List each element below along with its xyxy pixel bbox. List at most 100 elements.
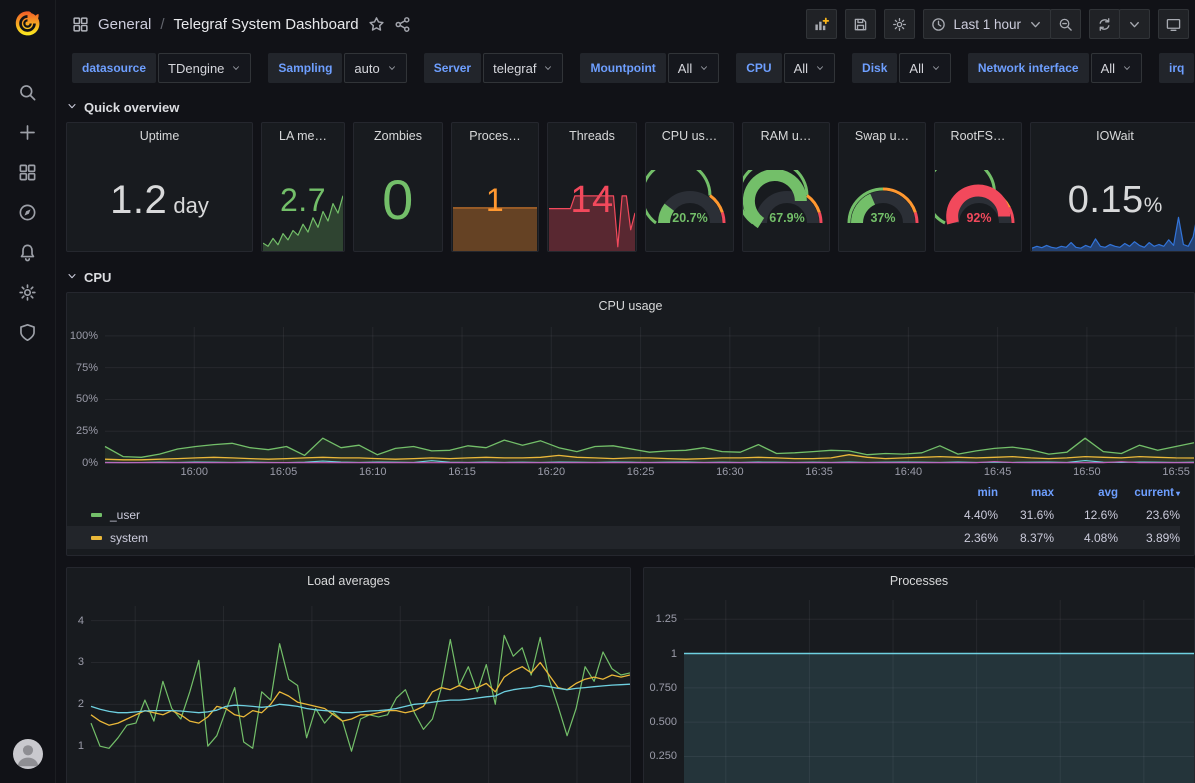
section-title: Quick overview xyxy=(84,100,179,115)
load-averages-chart[interactable]: 0123416:0016:1016:2016:3016:4016:50 xyxy=(67,594,630,783)
stat-body: 92% xyxy=(935,149,1021,251)
dashboard-settings-button[interactable] xyxy=(884,9,915,39)
series-color-swatch xyxy=(91,536,102,540)
y-axis-tick: 0% xyxy=(67,457,98,469)
variable-value-disk[interactable]: All xyxy=(899,53,950,83)
legend-sort-avg[interactable]: avg xyxy=(1054,487,1118,499)
panel-title[interactable]: Threads xyxy=(548,123,636,149)
stat-panel-zombies: Zombies0 xyxy=(353,122,443,252)
apps-icon xyxy=(72,16,89,33)
section-title: CPU xyxy=(84,270,111,285)
legend-current-value: 3.89% xyxy=(1118,531,1180,545)
variable-current-value: telegraf xyxy=(493,61,536,76)
save-dashboard-button[interactable] xyxy=(845,9,876,39)
svg-text:37%: 37% xyxy=(870,211,895,225)
variable-value-sampling[interactable]: auto xyxy=(344,53,406,83)
grafana-logo[interactable] xyxy=(14,10,41,37)
variable-current-value: All xyxy=(1101,61,1115,76)
panel-title[interactable]: Swap u… xyxy=(839,123,925,149)
variable-value-mountpoint[interactable]: All xyxy=(668,53,719,83)
time-range-picker[interactable]: Last 1 hour xyxy=(923,9,1051,39)
monitor-icon xyxy=(1166,17,1181,32)
x-axis-tick: 16:40 xyxy=(884,466,932,478)
search-button[interactable] xyxy=(18,83,37,102)
explore-button[interactable] xyxy=(18,203,37,222)
chevron-down-icon xyxy=(66,100,78,115)
x-axis-tick: 16:05 xyxy=(260,466,308,478)
variables-bar: datasourceTDengineSamplingautoServertele… xyxy=(56,48,1195,92)
sort-chevron-icon: ▾ xyxy=(1176,489,1180,498)
star-icon[interactable] xyxy=(368,16,385,33)
variable-value-datasource[interactable]: TDengine xyxy=(158,53,251,83)
refresh-interval-button[interactable] xyxy=(1119,9,1150,39)
chevron-down-icon xyxy=(543,63,553,73)
zoom-out-icon xyxy=(1058,17,1073,32)
legend-min-value: 4.40% xyxy=(940,508,998,522)
panel-title[interactable]: Zombies xyxy=(354,123,442,149)
legend-avg-value: 12.6% xyxy=(1054,508,1118,522)
panel-cpu-usage: CPU usage 0%25%50%75%100%16:0016:0516:10… xyxy=(66,292,1195,556)
chevron-down-icon xyxy=(815,63,825,73)
bottom-row: Load averages 0123416:0016:1016:2016:301… xyxy=(66,567,1195,783)
panel-load-averages: Load averages 0123416:0016:1016:2016:301… xyxy=(66,567,631,783)
panel-title[interactable]: LA me… xyxy=(262,123,344,149)
x-axis-tick: 16:45 xyxy=(974,466,1022,478)
panel-title[interactable]: RootFS… xyxy=(935,123,1021,149)
legend-avg-value: 4.08% xyxy=(1054,531,1118,545)
panel-title[interactable]: CPU usage xyxy=(67,293,1194,319)
stat-body: 67.9% xyxy=(743,149,829,251)
processes-chart[interactable]: 0.2500.5000.75011.2516:0016:1016:2016:30… xyxy=(644,594,1194,783)
legend-sort-max[interactable]: max xyxy=(998,487,1054,499)
legend-sort-min[interactable]: min xyxy=(940,487,998,499)
legend-sort-current[interactable]: current▾ xyxy=(1118,487,1180,499)
zoom-out-time-button[interactable] xyxy=(1050,9,1081,39)
toolbar: Last 1 hour xyxy=(806,9,1189,39)
admin-button[interactable] xyxy=(18,323,37,342)
legend-row-system[interactable]: system2.36%8.37%4.08%3.89% xyxy=(67,526,1180,549)
grafana-app: General / Telegraf System Dashboard Last… xyxy=(0,0,1195,783)
legend-min-value: 2.36% xyxy=(940,531,998,545)
stat-panel-proces: Proces… 1 xyxy=(451,122,539,252)
cycle-view-button[interactable] xyxy=(1158,9,1189,39)
legend-row-user[interactable]: _user4.40%31.6%12.6%23.6% xyxy=(67,503,1180,526)
panel-title[interactable]: Load averages xyxy=(67,568,630,594)
panel-title[interactable]: Proces… xyxy=(452,123,538,149)
panel-title[interactable]: RAM u… xyxy=(743,123,829,149)
variable-network-interface: Network interfaceAll xyxy=(968,53,1142,83)
series-name: _user xyxy=(110,508,140,522)
panel-title[interactable]: Processes xyxy=(644,568,1194,594)
refresh-button[interactable] xyxy=(1089,9,1120,39)
share-icon[interactable] xyxy=(394,16,411,33)
stat-panel-uptime: Uptime1.2 day xyxy=(66,122,253,252)
panel-title[interactable]: Uptime xyxy=(67,123,252,149)
chevron-down-icon xyxy=(66,270,78,285)
x-axis-tick: 16:30 xyxy=(706,466,754,478)
user-avatar[interactable] xyxy=(13,739,43,769)
legend-row-iowait[interactable]: iowait0.686%4.11%1.10%1.24% xyxy=(67,549,1180,556)
section-cpu[interactable]: CPU xyxy=(66,262,1195,292)
variable-value-cpu[interactable]: All xyxy=(784,53,835,83)
x-axis-tick: 16:25 xyxy=(617,466,665,478)
stat-value: 1 xyxy=(486,184,504,216)
create-button[interactable] xyxy=(18,123,37,142)
breadcrumb-separator: / xyxy=(160,16,164,33)
dashboards-button[interactable] xyxy=(18,163,37,182)
stat-value: 14 xyxy=(570,181,613,219)
section-quick-overview[interactable]: Quick overview xyxy=(66,92,1195,122)
breadcrumb-section[interactable]: General xyxy=(98,16,151,33)
panel-title[interactable]: CPU us… xyxy=(646,123,733,149)
variable-current-value: All xyxy=(678,61,692,76)
configuration-button[interactable] xyxy=(18,283,37,302)
stat-panel-rootfs: RootFS…92% xyxy=(934,122,1022,252)
stat-body: 37% xyxy=(839,149,925,251)
cpu-usage-chart[interactable]: 0%25%50%75%100%16:0016:0516:1016:1516:20… xyxy=(67,319,1194,481)
variable-value-network-interface[interactable]: All xyxy=(1091,53,1142,83)
legend-max-value: 4.11% xyxy=(998,554,1054,557)
panel-title[interactable]: IOWait xyxy=(1031,123,1195,149)
alerting-button[interactable] xyxy=(18,243,37,262)
stat-unit: day xyxy=(167,193,209,218)
variable-current-value: All xyxy=(794,61,808,76)
stat-panel-la-me: LA me…2.7 xyxy=(261,122,345,252)
variable-value-server[interactable]: telegraf xyxy=(483,53,563,83)
add-panel-button[interactable] xyxy=(806,9,837,39)
